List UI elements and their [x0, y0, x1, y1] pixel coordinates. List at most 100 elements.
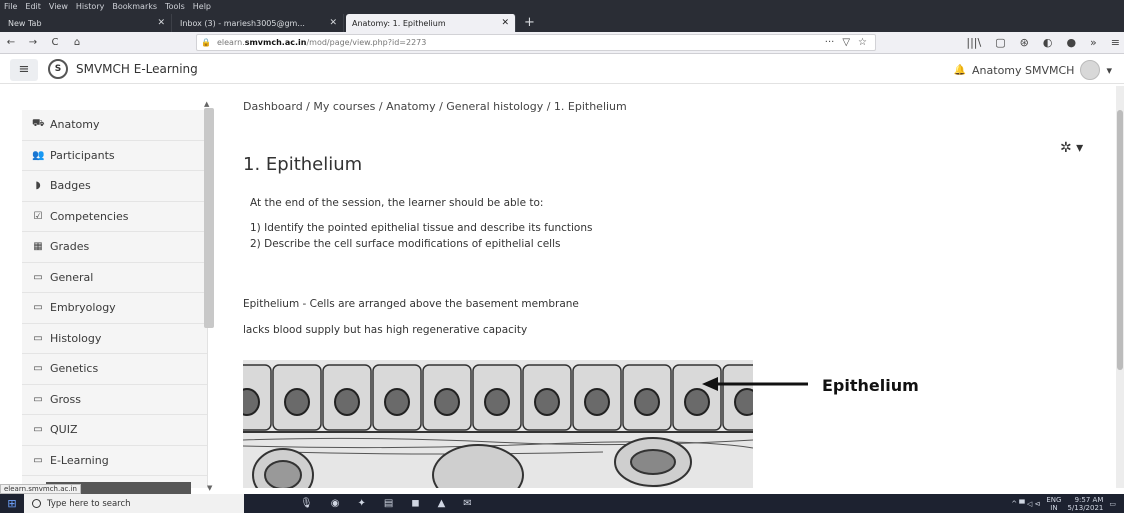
extension-icon[interactable]: ◐ [1043, 36, 1053, 49]
menu-edit[interactable]: Edit [25, 2, 41, 11]
page-scrollbar-thumb[interactable] [1117, 110, 1123, 370]
app-icon[interactable]: ▲ [438, 498, 446, 509]
url-bar[interactable]: 🔒 elearn.smvmch.ac.in/mod/page/view.php?… [196, 34, 876, 51]
bell-icon[interactable]: 🔔 [954, 65, 966, 76]
sidebar-item-label: Embryology [50, 301, 116, 315]
sidebar-item-badges[interactable]: ◗ Badges [22, 171, 207, 202]
language-indicator[interactable]: ENG IN [1046, 496, 1061, 512]
sidebar-icon[interactable]: ▢ [995, 36, 1005, 49]
menu-view[interactable]: View [49, 2, 68, 11]
sidebar-item-label: QUIZ [50, 423, 78, 437]
library-icon[interactable]: |||\ [966, 36, 981, 49]
bookmark-star-icon[interactable]: ☆ [858, 37, 867, 48]
folder-icon: ▭ [33, 271, 43, 283]
page-actions-icon[interactable]: ··· [825, 37, 835, 48]
menu-history[interactable]: History [76, 2, 104, 11]
system-clock[interactable]: 9:57 AM 5/13/2021 [1067, 496, 1103, 512]
sidebar-item-genetics[interactable]: ▭ Genetics [22, 354, 207, 385]
extension-icon[interactable]: ⊛ [1020, 36, 1029, 49]
breadcrumb[interactable]: Dashboard / My courses / Anatomy / Gener… [243, 100, 627, 113]
sidebar-item-label: Competencies [50, 209, 129, 223]
windows-taskbar: ⊞ Type here to search 🎙 ◉ ✦ ▤ ◼ ▲ ✉ ^ ▀ … [0, 494, 1124, 513]
menu-tools[interactable]: Tools [165, 2, 185, 11]
menu-bookmarks[interactable]: Bookmarks [112, 2, 157, 11]
epithelium-illustration [243, 360, 753, 488]
sidebar-item-general[interactable]: ▭ General [22, 263, 207, 293]
folder-icon: ▭ [33, 363, 43, 375]
chevron-down-icon[interactable]: ▾ [1106, 64, 1112, 77]
tab-label: Inbox (3) - mariesh3005@gm... [180, 18, 305, 28]
new-tab-button[interactable]: + [524, 15, 535, 30]
tab-label: Anatomy: 1. Epithelium [352, 18, 446, 28]
sidebar-item-label: Anatomy [50, 118, 100, 132]
close-icon[interactable]: ✕ [157, 18, 165, 28]
back-button[interactable]: ← [0, 37, 22, 48]
scroll-up-icon[interactable]: ▲ [204, 100, 209, 108]
folder-icon: ▭ [33, 393, 43, 405]
app-icon[interactable]: ◼ [411, 498, 419, 509]
close-icon[interactable]: ✕ [501, 18, 509, 28]
gear-icon[interactable]: ✲ ▾ [1060, 140, 1083, 156]
forward-button[interactable]: → [22, 37, 44, 48]
site-header: ≡ S SMVMCH E-Learning 🔔 Anatomy SMVMCH ▾ [0, 54, 1124, 84]
tab-epithelium[interactable]: Anatomy: 1. Epithelium ✕ [346, 14, 516, 32]
language-code: ENG [1046, 495, 1062, 504]
lock-icon: 🔒 [201, 38, 211, 47]
notification-icon[interactable]: ▭ [1109, 500, 1116, 508]
browser-tabbar: New Tab ✕ Inbox (3) - mariesh3005@gm... … [0, 12, 1124, 32]
taskbar-search-input[interactable]: Type here to search [24, 494, 244, 513]
overflow-icon[interactable]: » [1090, 36, 1097, 49]
microphone-icon[interactable]: 🎙 [300, 498, 313, 509]
search-icon [32, 499, 41, 508]
clock-date: 5/13/2021 [1067, 503, 1104, 512]
status-url: elearn.smvmch.ac.in [0, 484, 81, 494]
course-icon: ⛟ [32, 118, 45, 130]
objective-item: 2) Describe the cell surface modificatio… [250, 238, 561, 250]
browser-navbar: ← → C ⌂ 🔒 elearn.smvmch.ac.in/mod/page/v… [0, 32, 1124, 54]
pointer-arrow [702, 377, 808, 391]
app-icon[interactable]: ✦ [357, 498, 365, 509]
sidebar-item-embryology[interactable]: ▭ Embryology [22, 293, 207, 324]
home-button[interactable]: ⌂ [66, 37, 88, 48]
folder-icon: ▭ [33, 332, 43, 344]
menu-help[interactable]: Help [193, 2, 211, 11]
sidebar-item-gross[interactable]: ▭ Gross [22, 385, 207, 415]
sidebar-item-participants[interactable]: 👥 Participants [22, 141, 207, 171]
close-icon[interactable]: ✕ [329, 18, 337, 28]
reload-button[interactable]: C [44, 37, 66, 48]
app-icon[interactable]: ◉ [331, 498, 340, 509]
tab-new-tab[interactable]: New Tab ✕ [2, 14, 172, 32]
sidebar-item-competencies[interactable]: ☑ Competencies [22, 202, 207, 232]
sidebar-item-quiz[interactable]: ▭ QUIZ [22, 415, 207, 446]
sidebar-item-histology[interactable]: ▭ Histology [22, 324, 207, 354]
folder-icon: ▭ [33, 454, 43, 466]
pocket-icon[interactable]: ▽ [842, 37, 850, 48]
sidebar-item-e-learning[interactable]: ▭ E-Learning [22, 446, 207, 476]
sidebar-item-label: Badges [50, 179, 91, 193]
user-menu[interactable]: 🔔 Anatomy SMVMCH ▾ [954, 60, 1112, 80]
avatar[interactable] [1080, 60, 1101, 80]
site-logo[interactable]: S [48, 59, 68, 79]
tab-inbox[interactable]: Inbox (3) - mariesh3005@gm... ✕ [174, 14, 344, 32]
content-line: Epithelium - Cells are arranged above th… [243, 298, 579, 310]
user-name[interactable]: Anatomy SMVMCH [972, 64, 1074, 77]
tab-label: New Tab [8, 18, 42, 28]
file-explorer-icon[interactable]: ▤ [384, 498, 393, 509]
app-icon[interactable]: ✉ [463, 498, 471, 509]
diagram-label: Epithelium [822, 376, 919, 395]
drawer-toggle-button[interactable]: ≡ [10, 59, 38, 81]
epithelium-diagram [243, 360, 753, 488]
sidebar-item-grades[interactable]: ▦ Grades [22, 232, 207, 263]
system-tray-icons[interactable]: ^ ▀ ◁ ⊲ [1011, 500, 1040, 508]
sidebar-item-anatomy[interactable]: ⛟ Anatomy [22, 110, 207, 141]
windows-start-icon[interactable]: ⊞ [0, 497, 24, 510]
sidebar-scrollbar[interactable] [204, 108, 214, 328]
extension-icon[interactable]: ● [1066, 36, 1076, 49]
folder-icon: ▭ [33, 302, 43, 314]
scroll-down-icon[interactable]: ▼ [207, 484, 212, 492]
site-name[interactable]: SMVMCH E-Learning [76, 62, 198, 76]
url-text: elearn.smvmch.ac.in/mod/page/view.php?id… [216, 38, 427, 47]
hamburger-menu-icon[interactable]: ≡ [1111, 36, 1120, 49]
menu-file[interactable]: File [4, 2, 17, 11]
users-icon: 👥 [32, 149, 45, 161]
